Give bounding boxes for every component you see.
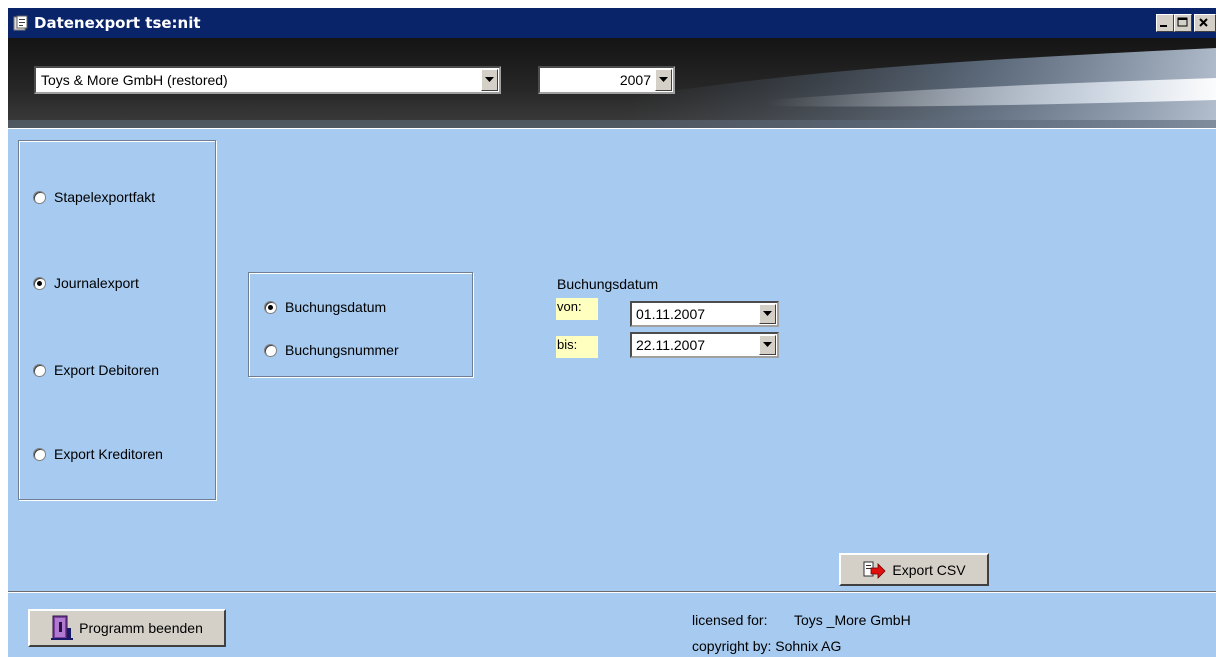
- from-date-value: 01.11.2007: [636, 306, 706, 322]
- window-title: Datenexport tse:nit: [34, 14, 201, 32]
- app-icon: [13, 15, 28, 31]
- radio-circle: [33, 190, 46, 204]
- chevron-down-icon[interactable]: [759, 304, 776, 324]
- company-select[interactable]: Toys & More GmbH (restored): [34, 66, 501, 94]
- filter-mode-group: Buchungsdatum Buchungsnummer: [248, 272, 473, 377]
- to-label: bis:: [556, 336, 598, 358]
- copyright-text: copyright by: Sohnix AG: [692, 638, 842, 654]
- to-date-picker[interactable]: 22.11.2007: [630, 332, 779, 358]
- to-date-value: 22.11.2007: [636, 337, 706, 353]
- exit-door-icon: [51, 615, 74, 640]
- header-divider: [8, 128, 1216, 129]
- footer-divider-highlight: [8, 592, 1216, 593]
- radio-label: Buchungsdatum: [285, 299, 387, 315]
- radio-export-debitoren[interactable]: Export Debitoren: [33, 362, 159, 378]
- export-arrow-icon: [863, 561, 886, 579]
- from-date-picker[interactable]: 01.11.2007: [630, 301, 779, 327]
- radio-label: Export Debitoren: [54, 362, 160, 378]
- export-csv-button[interactable]: Export CSV: [839, 553, 989, 586]
- year-select[interactable]: 2007: [538, 66, 675, 94]
- minimize-icon[interactable]: [1156, 14, 1174, 32]
- chevron-down-icon[interactable]: [655, 69, 672, 91]
- radio-export-kreditoren[interactable]: Export Kreditoren: [33, 446, 163, 462]
- maximize-icon[interactable]: [1174, 14, 1192, 32]
- radio-stapelexportfakt[interactable]: Stapelexportfakt: [33, 189, 155, 205]
- application-window: Datenexport tse:nit Toys & More GmbH (re…: [8, 8, 1216, 657]
- exit-program-label: Programm beenden: [79, 620, 203, 636]
- radio-circle-checked: [33, 276, 46, 290]
- radio-circle: [33, 447, 46, 461]
- radio-circle: [33, 363, 46, 377]
- radio-buchungsnummer[interactable]: Buchungsnummer: [264, 342, 399, 358]
- close-icon[interactable]: [1194, 14, 1216, 32]
- chevron-down-icon[interactable]: [759, 335, 776, 355]
- radio-label: Export Kreditoren: [54, 446, 163, 462]
- header-banner: Toys & More GmbH (restored) 2007: [8, 38, 1216, 128]
- radio-journalexport[interactable]: Journalexport: [33, 275, 139, 291]
- licensed-label: licensed for:: [692, 612, 768, 628]
- radio-buchungsdatum[interactable]: Buchungsdatum: [264, 299, 386, 315]
- radio-label: Buchungsnummer: [285, 342, 399, 358]
- date-range-heading: Buchungsdatum: [557, 276, 659, 292]
- licensed-value: Toys _More GmbH: [794, 612, 911, 628]
- company-select-value: Toys & More GmbH (restored): [41, 72, 228, 88]
- exit-program-button[interactable]: Programm beenden: [28, 609, 226, 647]
- radio-circle-checked: [264, 300, 277, 314]
- title-bar[interactable]: Datenexport tse:nit: [8, 8, 1216, 38]
- from-label: von:: [556, 298, 598, 320]
- radio-circle: [264, 343, 277, 357]
- export-type-group: Stapelexportfakt Journalexport Export De…: [18, 140, 216, 500]
- year-select-value: 2007: [619, 72, 651, 88]
- export-csv-label: Export CSV: [892, 561, 966, 578]
- radio-label: Stapelexportfakt: [54, 189, 156, 205]
- chevron-down-icon[interactable]: [481, 69, 498, 91]
- radio-label: Journalexport: [54, 275, 139, 291]
